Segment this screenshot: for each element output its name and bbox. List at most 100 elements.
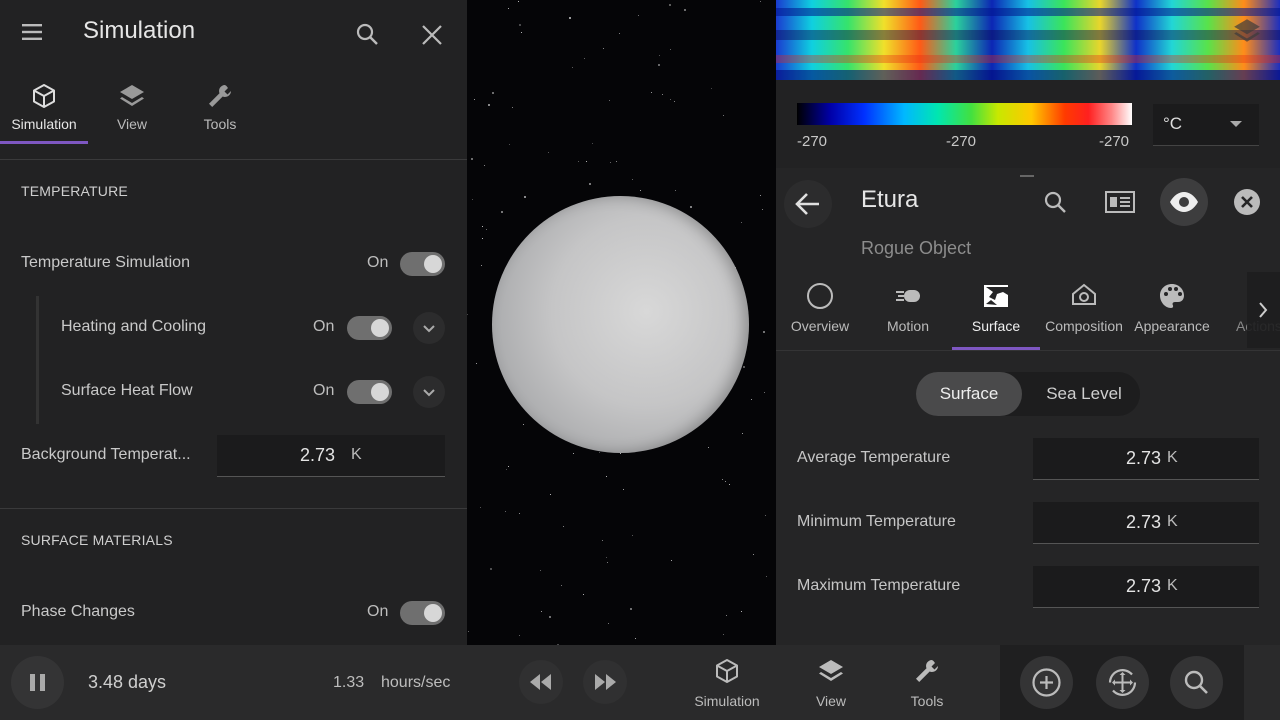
back-button[interactable] <box>784 180 832 228</box>
star <box>609 100 610 101</box>
scale-mid-label: -270 <box>946 133 977 150</box>
section-heading-surface-materials: SURFACE MATERIALS <box>21 532 173 548</box>
add-object-button[interactable] <box>1020 656 1073 709</box>
tab-label: Overview <box>790 318 850 334</box>
star <box>480 507 481 508</box>
tab-view[interactable]: View <box>88 72 176 144</box>
tab-appearance[interactable]: Appearance <box>1128 282 1216 350</box>
surface-sea-level-segment: Surface Sea Level <box>916 372 1140 416</box>
divider <box>0 508 467 509</box>
star <box>490 568 492 570</box>
wrench-icon <box>913 657 941 685</box>
chevron-down-icon[interactable] <box>413 376 445 408</box>
star <box>486 229 487 230</box>
close-icon[interactable] <box>421 24 443 46</box>
star <box>569 17 571 19</box>
star <box>711 88 712 89</box>
planet-view[interactable] <box>492 196 749 453</box>
star <box>512 107 513 108</box>
nav-view[interactable]: View <box>791 645 871 720</box>
surface-map-icon <box>982 282 1010 310</box>
star <box>583 594 584 595</box>
star <box>751 399 752 400</box>
time-rate-value[interactable]: 1.33 <box>333 674 364 692</box>
menu-icon[interactable] <box>20 20 44 44</box>
star <box>541 611 542 612</box>
segment-sea-level[interactable]: Sea Level <box>1028 372 1140 416</box>
star <box>476 363 477 364</box>
eye-icon <box>1170 192 1198 212</box>
star <box>674 101 675 102</box>
star <box>549 616 551 618</box>
star <box>616 161 617 162</box>
fast-forward-icon <box>595 674 616 690</box>
star <box>670 99 671 100</box>
surface-heat-flow-toggle[interactable] <box>347 380 392 404</box>
tab-composition[interactable]: Composition <box>1040 282 1128 350</box>
fast-forward-button[interactable] <box>583 660 627 704</box>
field-value: 2.73 <box>1125 576 1161 596</box>
info-panel-icon[interactable] <box>1104 190 1136 214</box>
star <box>561 585 562 586</box>
star <box>632 179 633 180</box>
star <box>725 481 726 482</box>
phase-changes-toggle[interactable] <box>400 601 445 625</box>
star <box>540 570 541 571</box>
minimum-temperature-label: Minimum Temperature <box>797 513 956 530</box>
star <box>506 469 507 470</box>
indent-guide <box>36 296 39 424</box>
rewind-button[interactable] <box>519 660 563 704</box>
search-button[interactable] <box>1170 656 1223 709</box>
background-temperature-field[interactable]: 2.73 K <box>217 435 445 477</box>
pause-button[interactable] <box>11 656 64 709</box>
temperature-map[interactable] <box>776 0 1280 80</box>
maximum-temperature-field[interactable]: 2.73 K <box>1033 566 1259 608</box>
temperature-color-scale <box>797 103 1132 125</box>
star <box>548 152 549 153</box>
star <box>743 366 745 368</box>
star <box>742 433 743 434</box>
unit-select[interactable]: °C <box>1153 104 1259 146</box>
tab-overview[interactable]: Overview <box>776 282 864 350</box>
section-heading-temperature: TEMPERATURE <box>21 183 128 199</box>
star <box>764 392 765 393</box>
drag-handle[interactable] <box>1020 175 1034 177</box>
tab-motion[interactable]: Motion <box>864 282 952 350</box>
average-temperature-field[interactable]: 2.73 K <box>1033 438 1259 480</box>
star <box>763 331 765 333</box>
close-circle-icon[interactable] <box>1233 188 1261 216</box>
maximum-temperature-label: Maximum Temperature <box>797 577 961 594</box>
segment-surface[interactable]: Surface <box>916 372 1022 416</box>
rewind-icon <box>530 674 551 690</box>
search-icon <box>1184 670 1208 694</box>
heating-cooling-toggle[interactable] <box>347 316 392 340</box>
star <box>467 314 468 315</box>
field-unit: K <box>1167 577 1178 594</box>
tab-surface[interactable]: Surface <box>952 282 1040 350</box>
star <box>669 4 671 6</box>
star <box>524 196 526 198</box>
layers-icon[interactable] <box>1232 16 1262 46</box>
star <box>518 1 519 2</box>
minimum-temperature-field[interactable]: 2.73 K <box>1033 502 1259 544</box>
chevron-down-icon[interactable] <box>413 312 445 344</box>
tabs-scroll-right-button[interactable] <box>1247 272 1280 348</box>
toggle-state-label: On <box>313 318 335 335</box>
camera-orbit-button[interactable] <box>1096 656 1149 709</box>
star <box>671 560 672 561</box>
star <box>474 99 475 100</box>
search-icon[interactable] <box>1043 190 1067 214</box>
follow-button[interactable] <box>1160 178 1208 226</box>
tab-label: Appearance <box>1134 318 1210 334</box>
tab-label: Surface <box>971 318 1021 334</box>
temperature-simulation-toggle[interactable] <box>400 252 445 276</box>
search-icon[interactable] <box>355 22 379 46</box>
star <box>509 144 510 145</box>
nav-simulation[interactable]: Simulation <box>687 645 767 720</box>
flask-icon <box>1070 282 1098 310</box>
tab-simulation[interactable]: Simulation <box>0 72 88 144</box>
tab-tools[interactable]: Tools <box>176 72 264 144</box>
pause-icon <box>30 674 45 691</box>
nav-tools[interactable]: Tools <box>887 645 967 720</box>
chevron-right-icon <box>1259 302 1268 318</box>
